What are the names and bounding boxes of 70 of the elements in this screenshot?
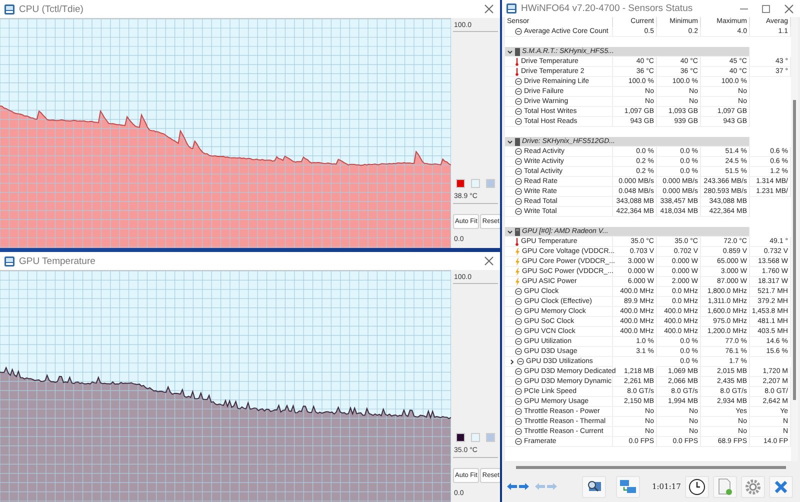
gear-icon — [744, 478, 762, 496]
network-button[interactable] — [616, 476, 640, 498]
gauge-icon — [517, 358, 524, 365]
gauge-icon — [515, 408, 522, 415]
thermometer-icon — [515, 238, 519, 246]
chevron-down-icon[interactable] — [507, 138, 513, 144]
gauge-icon — [515, 78, 522, 85]
gauge-icon — [515, 398, 522, 405]
clock-button[interactable] — [684, 476, 709, 498]
double-arrow-icon — [535, 482, 557, 491]
search-button[interactable] — [582, 476, 606, 498]
app-icon — [506, 3, 517, 14]
gauge-icon — [515, 438, 522, 445]
gauge-icon — [515, 198, 522, 205]
drive-icon — [515, 138, 520, 146]
thermometer-icon — [515, 58, 519, 66]
app-icon — [4, 4, 15, 14]
gauge-icon — [515, 118, 522, 125]
gauge-icon — [515, 98, 522, 105]
settings-button[interactable] — [740, 476, 765, 498]
drive-icon — [515, 48, 520, 56]
gauge-icon — [515, 328, 522, 335]
gauge-icon — [515, 28, 522, 35]
color-swatch[interactable] — [486, 179, 495, 188]
color-swatch[interactable] — [486, 433, 495, 442]
app-icon — [4, 256, 15, 266]
gauge-icon — [515, 178, 522, 185]
gauge-icon — [515, 368, 522, 375]
color-swatch[interactable] — [456, 433, 465, 442]
window-title: GPU Temperature — [19, 256, 96, 266]
double-arrow-icon — [507, 482, 529, 491]
gauge-icon — [515, 338, 522, 345]
thermometer-icon — [515, 68, 519, 76]
graphics-card-icon — [515, 228, 520, 236]
color-swatch[interactable] — [456, 179, 465, 188]
clock-icon — [688, 478, 706, 496]
gauge-icon — [515, 388, 522, 395]
gauge-icon — [515, 148, 522, 155]
gauge-icon — [515, 298, 522, 305]
gauge-icon — [515, 108, 522, 115]
gauge-icon — [515, 348, 522, 355]
gauge-icon — [515, 308, 522, 315]
close-icon — [774, 480, 788, 494]
close-icon[interactable] — [784, 4, 794, 14]
search-icon — [586, 478, 602, 494]
gauge-icon — [515, 428, 522, 435]
window-title: HWiNFO64 v7.20-4700 - Sensors Status — [521, 3, 694, 14]
gauge-icon — [515, 168, 522, 175]
gauge-icon — [515, 188, 522, 195]
gauge-icon — [515, 158, 522, 165]
gauge-icon — [515, 378, 522, 385]
chevron-right-icon[interactable] — [509, 358, 515, 364]
scrollbar-thumb[interactable] — [516, 466, 786, 468]
close-button[interactable] — [768, 476, 793, 498]
gauge-icon — [515, 208, 522, 215]
close-icon[interactable] — [484, 256, 494, 266]
gauge-icon — [515, 288, 522, 295]
color-swatch[interactable] — [471, 433, 480, 442]
network-icon — [619, 478, 637, 494]
scrollbar-thumb[interactable] — [793, 100, 796, 400]
gauge-icon — [515, 318, 522, 325]
gauge-icon — [515, 88, 522, 95]
chevron-down-icon[interactable] — [507, 48, 513, 54]
maximize-icon[interactable] — [762, 4, 770, 12]
close-icon[interactable] — [484, 4, 494, 14]
gauge-icon — [515, 418, 522, 425]
chevron-down-icon[interactable] — [507, 228, 513, 234]
window-title: CPU (Tctl/Tdie) — [19, 4, 84, 14]
color-swatch[interactable] — [471, 179, 480, 188]
document-add-icon — [716, 478, 733, 496]
